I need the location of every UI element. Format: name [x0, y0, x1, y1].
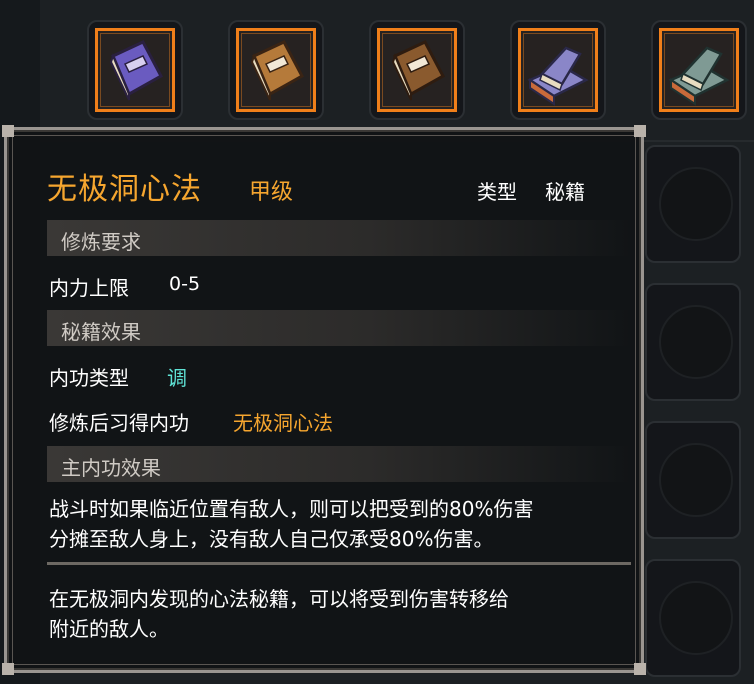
item-title: 无极洞心法	[47, 172, 202, 207]
section-requirements: 修炼要求	[47, 220, 631, 256]
learned-skill-value: 无极洞心法	[233, 411, 333, 435]
stacked-teal-books-icon	[668, 46, 730, 106]
tooltip-corner	[2, 663, 14, 675]
stacked-purple-books-icon	[527, 46, 589, 106]
skill-type-value: 调	[167, 366, 187, 390]
inventory-slot-empty[interactable]	[645, 145, 741, 263]
brown-book-icon	[391, 40, 446, 101]
empty-slot-circle	[659, 167, 733, 241]
main-effect-line: 战斗时如果临近位置有敌人，则可以把受到的80%伤害	[49, 497, 534, 521]
item-type-value: 秘籍	[545, 180, 585, 204]
section-main-effect-label: 主内功效果	[61, 456, 161, 480]
inventory-slot-empty[interactable]	[645, 421, 741, 539]
flavor-line: 附近的敌人。	[49, 617, 169, 641]
requirement-value: 0-5	[169, 273, 201, 295]
requirement-label: 内力上限	[49, 276, 129, 300]
inventory-slot-empty[interactable]	[645, 559, 741, 677]
flavor-line: 在无极洞内发现的心法秘籍，可以将受到伤害转移给	[49, 587, 509, 611]
inventory-slot-4[interactable]	[510, 20, 606, 120]
item-type-label: 类型	[477, 180, 517, 204]
inventory-slot-2[interactable]	[228, 20, 324, 120]
main-effect-line: 分摊至敌人身上，没有敌人自己仅承受80%伤害。	[49, 527, 494, 551]
empty-slot-circle	[659, 443, 733, 517]
skill-type-label: 内功类型	[49, 366, 129, 390]
item-grade: 甲级	[249, 180, 294, 205]
empty-slot-circle	[659, 581, 733, 655]
tooltip-corner	[634, 125, 646, 137]
learned-skill-label: 修炼后习得内功	[49, 411, 189, 435]
section-requirements-label: 修炼要求	[61, 230, 141, 254]
tooltip-corner	[634, 663, 646, 675]
tooltip-divider	[47, 562, 631, 565]
inventory-slot-5[interactable]	[651, 20, 747, 120]
section-effects: 秘籍效果	[47, 310, 631, 346]
tooltip-corner	[2, 125, 14, 137]
section-main-effect: 主内功效果	[47, 446, 631, 482]
inventory-slot-empty[interactable]	[645, 283, 741, 401]
item-tooltip: 无极洞心法 甲级 类型 秘籍 修炼要求 内力上限 0-5 秘籍效果 内功类型 调…	[2, 125, 646, 675]
inventory-slot-1[interactable]	[87, 20, 183, 120]
purple-book-icon	[109, 40, 164, 101]
empty-slot-circle	[659, 305, 733, 379]
flavor-text: 在无极洞内发现的心法秘籍，可以将受到伤害转移给 附近的敌人。	[49, 584, 619, 644]
main-effect-text: 战斗时如果临近位置有敌人，则可以把受到的80%伤害 分摊至敌人身上，没有敌人自己…	[49, 494, 619, 554]
inventory-slot-3[interactable]	[369, 20, 465, 120]
brown-book-icon	[250, 40, 305, 101]
section-effects-label: 秘籍效果	[61, 320, 141, 344]
